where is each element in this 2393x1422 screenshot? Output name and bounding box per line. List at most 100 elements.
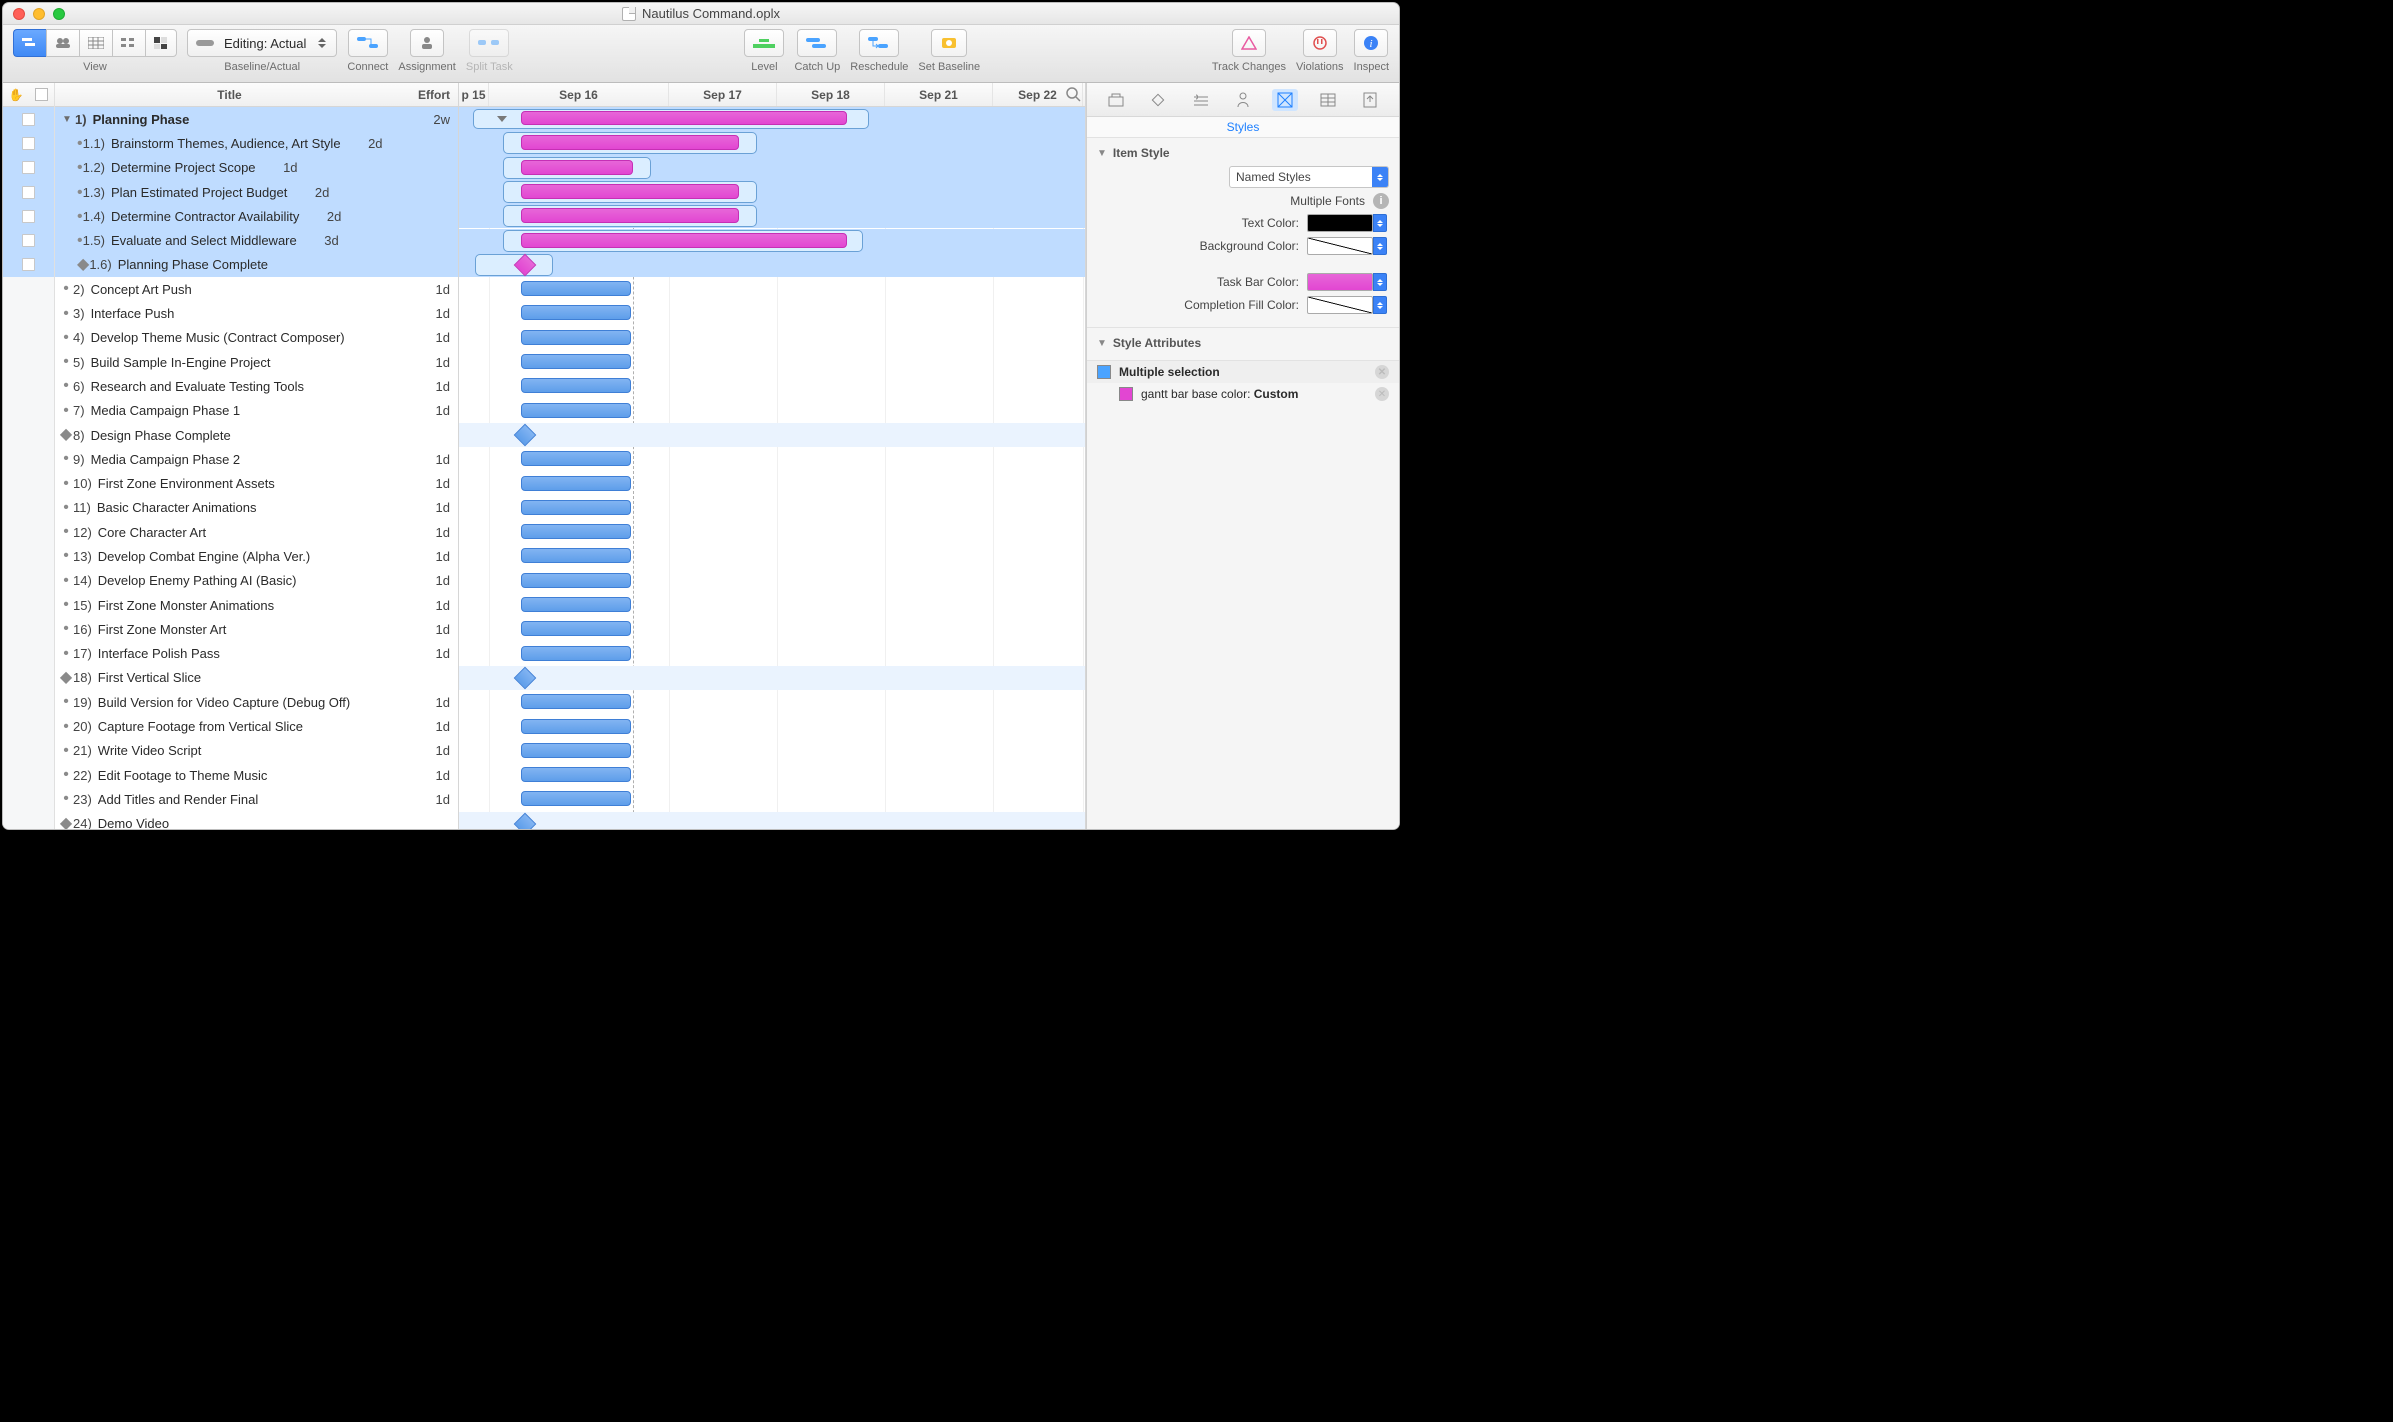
named-styles-select[interactable]: Named Styles <box>1229 166 1389 188</box>
gutter-row[interactable] <box>3 301 54 325</box>
gutter-row[interactable] <box>3 350 54 374</box>
task-row[interactable]: •4)Develop Theme Music (Contract Compose… <box>55 326 458 350</box>
attr-multiple-selection[interactable]: Multiple selection ✕ <box>1087 361 1399 383</box>
task-row[interactable]: •1.1)Brainstorm Themes, Audience, Art St… <box>55 131 458 155</box>
task-bar[interactable] <box>521 524 631 539</box>
task-row[interactable]: •19)Build Version for Video Capture (Deb… <box>55 690 458 714</box>
task-row[interactable]: ▼1)Planning Phase2w <box>55 107 458 131</box>
gutter-row[interactable] <box>3 714 54 738</box>
gutter-row[interactable] <box>3 471 54 495</box>
gutter-row[interactable] <box>3 399 54 423</box>
task-row[interactable]: •14)Develop Enemy Pathing AI (Basic)1d <box>55 569 458 593</box>
item-style-header[interactable]: ▼Item Style <box>1097 146 1389 160</box>
task-bar[interactable] <box>521 160 633 175</box>
gutter-row[interactable] <box>3 739 54 763</box>
set-baseline-button[interactable] <box>931 29 967 57</box>
gutter-row[interactable] <box>3 520 54 544</box>
task-bar[interactable] <box>521 621 631 636</box>
task-row[interactable]: •17)Interface Polish Pass1d <box>55 642 458 666</box>
task-row[interactable]: •5)Build Sample In-Engine Project1d <box>55 350 458 374</box>
task-row[interactable]: ◆8)Design Phase Complete <box>55 423 458 447</box>
effort-column-header[interactable]: Effort <box>404 88 458 102</box>
task-bar[interactable] <box>521 451 631 466</box>
gutter-row[interactable] <box>3 787 54 811</box>
gutter-row[interactable] <box>3 544 54 568</box>
tab-milestone-icon[interactable] <box>1145 89 1171 111</box>
gutter-row[interactable] <box>3 617 54 641</box>
task-bar[interactable] <box>521 694 631 709</box>
gutter-row[interactable] <box>3 569 54 593</box>
gutter-row[interactable] <box>3 496 54 520</box>
gutter-row[interactable] <box>3 593 54 617</box>
task-bar[interactable] <box>521 233 847 248</box>
task-bar[interactable] <box>521 135 739 150</box>
disclosure-triangle-icon[interactable]: ▼ <box>59 114 75 125</box>
view-gantt-button[interactable] <box>13 29 46 57</box>
task-row[interactable]: ◆1.6)Planning Phase Complete <box>55 253 458 277</box>
completion-color-swatch[interactable] <box>1307 296 1373 314</box>
level-button[interactable] <box>744 29 784 57</box>
reschedule-button[interactable] <box>859 29 899 57</box>
task-row[interactable]: •10)First Zone Environment Assets1d <box>55 471 458 495</box>
tab-export-icon[interactable] <box>1357 89 1383 111</box>
gutter-row[interactable] <box>3 107 54 131</box>
baseline-dropdown[interactable]: Editing: Actual <box>187 29 337 57</box>
view-network-button[interactable] <box>112 29 145 57</box>
clear-attr-icon[interactable]: ✕ <box>1375 365 1389 379</box>
task-bar[interactable] <box>521 767 631 782</box>
task-bar[interactable] <box>521 573 631 588</box>
task-bar[interactable] <box>521 548 631 563</box>
track-changes-button[interactable] <box>1232 29 1266 57</box>
task-row[interactable]: •7)Media Campaign Phase 11d <box>55 399 458 423</box>
task-bar[interactable] <box>521 791 631 806</box>
task-row[interactable]: •2)Concept Art Push1d <box>55 277 458 301</box>
tab-custom-data-icon[interactable] <box>1315 89 1341 111</box>
catchup-button[interactable] <box>797 29 837 57</box>
tab-scheduling-icon[interactable] <box>1188 89 1214 111</box>
task-bar[interactable] <box>521 646 631 661</box>
gutter-row[interactable] <box>3 228 54 252</box>
taskbar-color-swatch[interactable] <box>1307 273 1373 291</box>
gutter-row[interactable] <box>3 642 54 666</box>
bg-color-swatch[interactable] <box>1307 237 1373 255</box>
task-row[interactable]: ◆24)Demo Video <box>55 812 458 829</box>
task-bar[interactable] <box>521 208 739 223</box>
info-icon[interactable]: i <box>1373 193 1389 209</box>
task-bar[interactable] <box>521 719 631 734</box>
view-styles-button[interactable] <box>145 29 177 57</box>
task-row[interactable]: ◆18)First Vertical Slice <box>55 666 458 690</box>
task-row[interactable]: •9)Media Campaign Phase 21d <box>55 447 458 471</box>
gutter-row[interactable] <box>3 690 54 714</box>
tab-resource-icon[interactable] <box>1230 89 1256 111</box>
task-row[interactable]: •3)Interface Push1d <box>55 301 458 325</box>
gutter-row[interactable] <box>3 423 54 447</box>
task-row[interactable]: •11)Basic Character Animations1d <box>55 496 458 520</box>
gutter-row[interactable] <box>3 447 54 471</box>
gutter-row[interactable] <box>3 131 54 155</box>
gutter-row[interactable] <box>3 180 54 204</box>
task-bar[interactable] <box>521 378 631 393</box>
task-bar[interactable] <box>521 403 631 418</box>
task-bar[interactable] <box>521 305 631 320</box>
assignment-button[interactable] <box>410 29 444 57</box>
tab-styles-icon[interactable] <box>1272 89 1298 111</box>
task-row[interactable]: •6)Research and Evaluate Testing Tools1d <box>55 374 458 398</box>
task-row[interactable]: •12)Core Character Art1d <box>55 520 458 544</box>
style-attrs-header[interactable]: ▼Style Attributes <box>1097 336 1389 350</box>
inspect-button[interactable]: i <box>1354 29 1388 57</box>
group-disclosure-icon[interactable] <box>497 116 507 122</box>
tab-project-icon[interactable] <box>1103 89 1129 111</box>
gutter-row[interactable] <box>3 156 54 180</box>
connect-button[interactable] <box>348 29 388 57</box>
task-bar[interactable] <box>521 330 631 345</box>
task-bar[interactable] <box>521 281 631 296</box>
gutter-row[interactable] <box>3 666 54 690</box>
task-row[interactable]: •21)Write Video Script1d <box>55 739 458 763</box>
task-row[interactable]: •13)Develop Combat Engine (Alpha Ver.)1d <box>55 544 458 568</box>
gutter-row[interactable] <box>3 277 54 301</box>
task-bar[interactable] <box>521 476 631 491</box>
view-resource-button[interactable] <box>46 29 79 57</box>
task-row[interactable]: •1.4)Determine Contractor Availability2d <box>55 204 458 228</box>
task-row[interactable]: •1.2)Determine Project Scope1d <box>55 156 458 180</box>
task-row[interactable]: •23)Add Titles and Render Final1d <box>55 787 458 811</box>
